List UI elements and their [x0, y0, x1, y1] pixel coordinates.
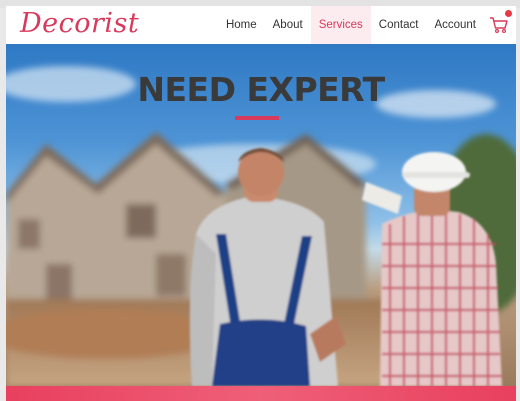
nav-home[interactable]: Home: [218, 6, 265, 44]
navbar: Decorist Home About Services Contact Acc…: [6, 6, 516, 45]
hero-title: NEED EXPERT: [137, 70, 385, 109]
nav-services[interactable]: Services: [310, 6, 371, 44]
cart-badge: [505, 10, 512, 17]
shopping-cart-icon: [490, 17, 508, 34]
accent-footer-band: [6, 386, 516, 401]
cart-button[interactable]: [484, 6, 514, 44]
brand-logo[interactable]: Decorist: [20, 8, 139, 39]
main-nav: Home About Services Contact Account: [218, 6, 516, 44]
nav-about[interactable]: About: [265, 6, 311, 44]
page-frame: Decorist Home About Services Contact Acc…: [6, 6, 516, 401]
hero-banner: NEED EXPERT: [6, 44, 516, 386]
nav-account[interactable]: Account: [426, 6, 484, 44]
hero-title-underline: [235, 116, 279, 120]
nav-contact[interactable]: Contact: [371, 6, 427, 44]
